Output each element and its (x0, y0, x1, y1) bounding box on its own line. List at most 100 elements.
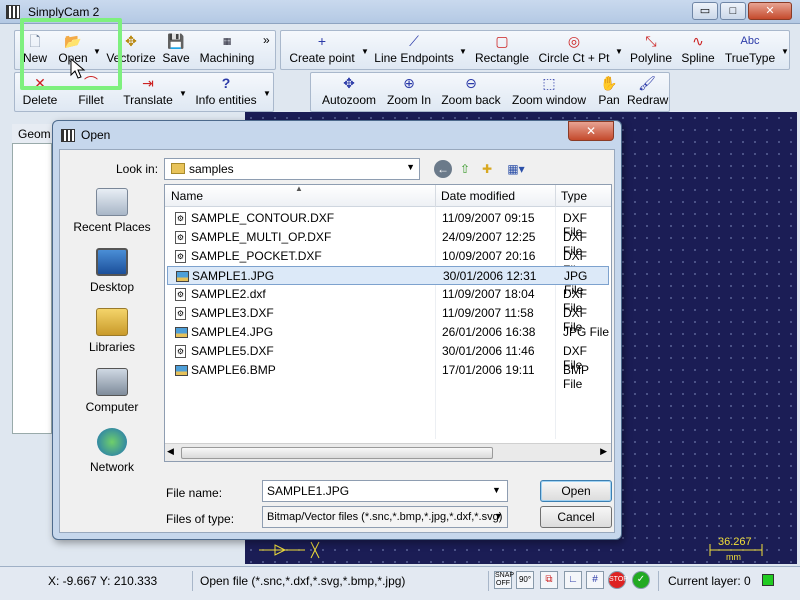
circle-center-point-button[interactable]: ◎ Circle Ct + Pt (537, 31, 611, 69)
circle-dropdown-arrow[interactable]: ▼ (615, 47, 623, 56)
file-name-cell: SAMPLE6.BMP (191, 363, 276, 377)
open-dropdown-arrow[interactable]: ▼ (93, 47, 101, 56)
computer-icon (96, 368, 128, 396)
file-row[interactable]: ⚙ SAMPLE5.DXF 30/01/2006 11:46 DXF File (167, 342, 609, 372)
file-name-input[interactable]: SAMPLE1.JPG (262, 480, 508, 502)
dialog-close-button[interactable]: ✕ (568, 121, 614, 141)
place-recent-places[interactable]: Recent Places (66, 184, 158, 244)
save-disk-icon: 💾 (167, 33, 185, 49)
file-type-select[interactable]: Bitmap/Vector files (*.snc,*.bmp,*.jpg,*… (262, 506, 508, 528)
file-date-cell: 24/09/2007 12:25 (442, 230, 536, 244)
machining-button[interactable]: ▦ Machining (197, 31, 257, 69)
back-arrow-icon[interactable]: ← (434, 160, 452, 178)
place-computer[interactable]: Computer (66, 364, 158, 424)
info-entities-button[interactable]: ? Info entities (191, 73, 261, 111)
file-name-cell: SAMPLE5.DXF (191, 344, 274, 358)
file-type-label: Files of type: (166, 512, 235, 526)
horizontal-scrollbar[interactable]: ◀ ▶ (165, 443, 611, 461)
scrollbar-thumb[interactable] (181, 447, 493, 459)
file-row[interactable]: ⚙ SAMPLE3.DXF 11/09/2007 11:58 DXF File (167, 304, 609, 334)
sort-ascending-icon: ▲ (295, 184, 303, 193)
cancel-button[interactable]: Cancel (540, 506, 612, 528)
file-row[interactable]: SAMPLE6.BMP 17/01/2006 19:11 BMP File (167, 361, 609, 391)
file-name-cell: SAMPLE3.DXF (191, 306, 274, 320)
rectangle-button[interactable]: ▢ Rectangle (473, 31, 531, 69)
place-libraries[interactable]: Libraries (66, 304, 158, 364)
file-row[interactable]: SAMPLE1.JPG 30/01/2006 12:31 JPG File (167, 266, 609, 297)
file-row[interactable]: ⚙ SAMPLE_MULTI_OP.DXF 24/09/2007 12:25 DXF … (167, 228, 609, 258)
scale-value: 36.267 (718, 536, 752, 548)
delete-x-icon: ✕ (34, 75, 46, 91)
file-list[interactable]: Name ▲ Date modified Type ⚙ SAMPLE_CONTOU… (164, 184, 612, 462)
layer-color-swatch[interactable] (762, 574, 774, 586)
angle-90-icon[interactable]: 90° (516, 571, 534, 589)
mouse-cursor-icon (70, 58, 86, 79)
zoom-window-icon: ⬚ (542, 75, 556, 91)
column-date-header[interactable]: Date modified (441, 189, 515, 203)
translate-dropdown-arrow[interactable]: ▼ (179, 89, 187, 98)
snap-toggle-icon[interactable]: SNAP OFF (494, 571, 514, 589)
file-row[interactable]: ⚙SAMPLE_POCKET.DXF10/09/2007 20:16DXF Fi… (167, 247, 609, 277)
column-type-header[interactable]: Type (561, 189, 587, 203)
open-button[interactable]: Open (540, 480, 612, 502)
create-point-dropdown-arrow[interactable]: ▼ (361, 47, 369, 56)
look-in-label: Look in: (116, 162, 159, 176)
zoom-back-button[interactable]: ⊖ Zoom back (439, 73, 503, 111)
up-folder-icon[interactable]: ⇧ (456, 160, 474, 178)
status-message: Open file (*.snc,*.dxf,*.svg,*.bmp,*.jpg… (200, 574, 406, 588)
toolbar-overflow-chevron[interactable]: » (263, 33, 270, 47)
maximize-button[interactable]: □ (720, 2, 746, 20)
place-network[interactable]: Network (66, 424, 158, 484)
libraries-icon (96, 308, 128, 336)
scroll-left-icon[interactable]: ◀ (167, 446, 174, 457)
place-desktop[interactable]: Desktop (66, 244, 158, 304)
new-button[interactable]: 🗋 New (19, 31, 51, 69)
file-date-cell: 11/09/2007 09:15 (442, 211, 535, 225)
look-in-value: samples (189, 162, 234, 176)
grid-icon[interactable]: # (586, 571, 604, 589)
ok-check-icon[interactable]: ✓ (632, 571, 650, 589)
close-window-button[interactable]: ✕ (748, 2, 792, 20)
pan-button[interactable]: ✋ Pan (595, 73, 623, 111)
redraw-button[interactable]: 🖌 Redraw (627, 73, 668, 111)
layers-icon[interactable]: ⧉ (540, 571, 558, 589)
ortho-icon[interactable]: ∟ (564, 571, 582, 589)
file-name-cell: SAMPLE4.JPG (191, 325, 274, 339)
file-date-cell: 17/01/2006 19:11 (442, 363, 535, 377)
file-row[interactable]: SAMPLE4.JPG 26/01/2006 16:38 JPG File (167, 323, 609, 342)
status-bar: X: -9.667 Y: 210.333 Open file (*.snc,*.… (0, 566, 800, 600)
zoom-in-icon: ⊕ (403, 75, 415, 91)
scroll-right-icon[interactable]: ▶ (600, 446, 607, 457)
autozoom-button[interactable]: ✥ Autozoom (319, 73, 379, 111)
view-menu-icon[interactable]: ▦▾ (502, 160, 530, 178)
info-dropdown-arrow[interactable]: ▼ (263, 89, 271, 98)
zoom-window-button[interactable]: ⬚ Zoom window (509, 73, 589, 111)
truetype-dropdown-arrow[interactable]: ▼ (781, 47, 789, 56)
save-button[interactable]: 💾 Save (161, 31, 191, 69)
create-point-button[interactable]: + Create point (287, 31, 357, 69)
look-in-combo[interactable]: samples ▼ (164, 158, 420, 180)
chevron-down-icon[interactable]: ▼ (494, 511, 503, 521)
spline-button[interactable]: ∿ Spline (679, 31, 717, 69)
zoom-in-button[interactable]: ⊕ Zoom In (385, 73, 433, 111)
chevron-down-icon[interactable]: ▼ (492, 485, 501, 495)
cursor-coordinates: X: -9.667 Y: 210.333 (48, 574, 158, 588)
new-folder-icon[interactable]: ✚ (478, 160, 496, 178)
delete-button[interactable]: ✕ Delete (19, 73, 61, 111)
stop-icon[interactable]: STOP (608, 571, 628, 589)
polyline-button[interactable]: ⤡ Polyline (627, 31, 675, 69)
line-endpoints-button[interactable]: ⟋ Line Endpoints (373, 31, 455, 69)
file-row[interactable]: ⚙ SAMPLE2.dxf 11/09/2007 18:04 DXF File (167, 285, 609, 315)
vectorize-button[interactable]: ✥ Vectorize (105, 31, 157, 69)
dxf-file-icon: ⚙ (175, 250, 186, 263)
truetype-button[interactable]: Abc TrueType (723, 31, 777, 69)
dialog-body: Look in: samples ▼ ← ⇧ ✚ ▦▾ Recent Place… (59, 149, 615, 533)
minimize-button[interactable]: ▭ (692, 2, 718, 20)
line-dropdown-arrow[interactable]: ▼ (459, 47, 467, 56)
folder-icon (171, 163, 185, 174)
column-name-header[interactable]: Name (171, 189, 203, 203)
translate-button[interactable]: ⇥ Translate (119, 73, 177, 111)
geometry-panel[interactable] (12, 124, 52, 434)
file-row[interactable]: ⚙ SAMPLE_CONTOUR.DXF 11/09/2007 09:15 DXF F… (167, 209, 609, 239)
geometry-tab[interactable]: Geom (12, 124, 52, 144)
